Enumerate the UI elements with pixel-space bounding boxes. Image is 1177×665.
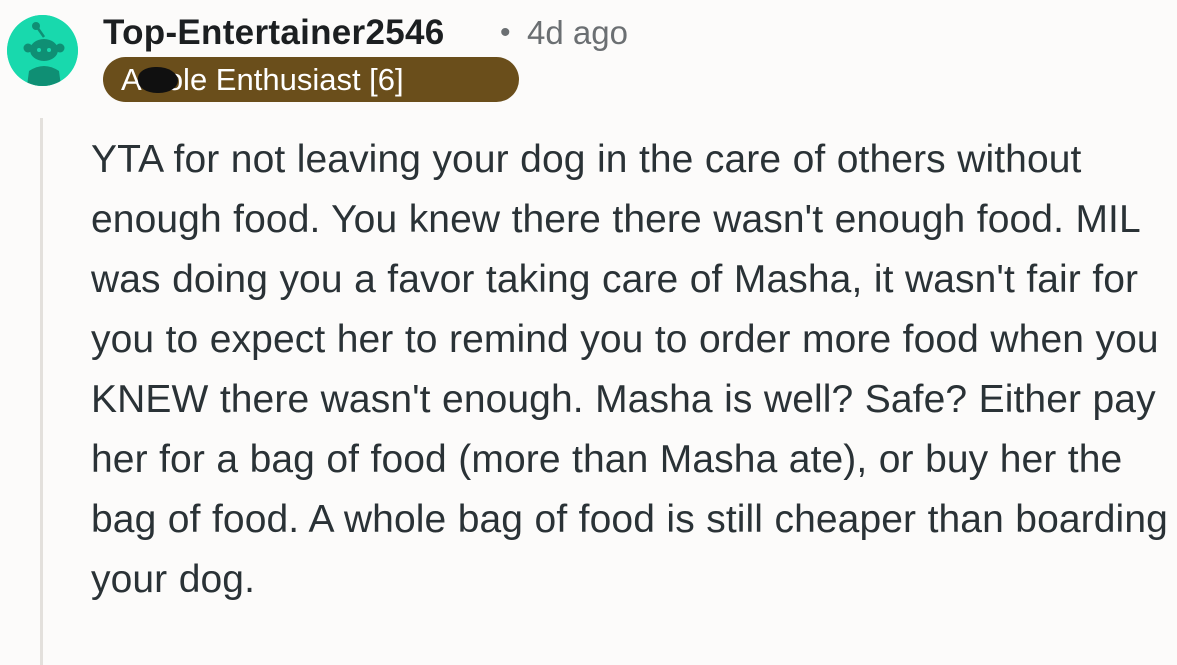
- snoo-avatar-icon: [7, 15, 78, 86]
- comment-body-text: YTA for not leaving your dog in the care…: [91, 138, 1168, 601]
- comment-author-username[interactable]: Top-Entertainer2546: [103, 12, 445, 54]
- user-avatar[interactable]: [7, 15, 78, 86]
- comment-thread-line[interactable]: [40, 118, 43, 665]
- comment-timestamp[interactable]: 4d ago: [527, 12, 628, 54]
- meta-separator: •: [500, 16, 511, 49]
- flair-redaction-mark: [138, 67, 178, 93]
